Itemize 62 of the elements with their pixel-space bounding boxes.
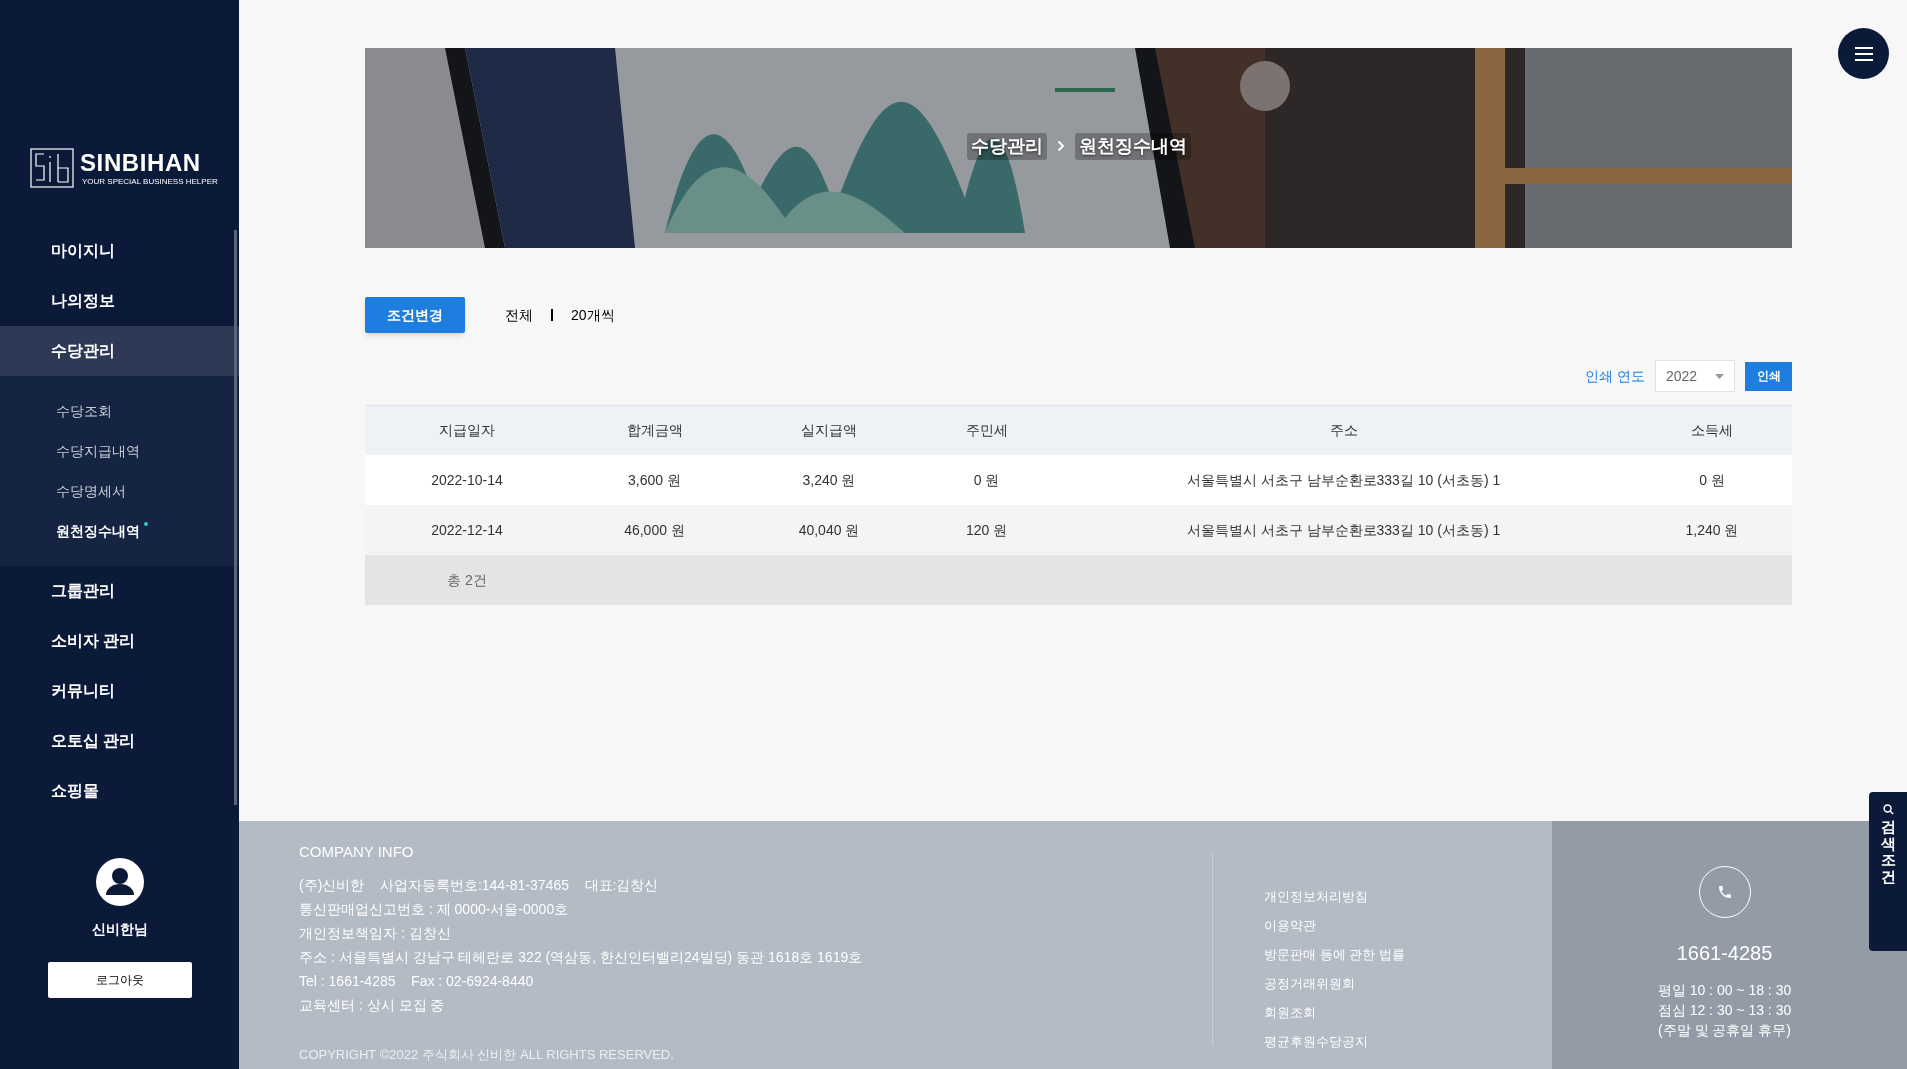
company-info-line: Tel : 1661-4285 Fax : 02-6924-8440 — [299, 971, 535, 990]
submenu-item[interactable]: 원천징수내역 — [0, 511, 239, 551]
caret-icon — [1715, 373, 1724, 379]
copyright-text: COPYRIGHT ©2022 주식회사 신비한 ALL RIGHTS RESERVED. — [299, 1045, 675, 1064]
print-year-label: 인쇄 연도 — [1585, 366, 1645, 386]
column-header: 주소 — [1328, 421, 1359, 440]
company-info-line: 주소 : 서울특별시 강남구 테헤란로 322 (역삼동, 한신인터밸리24빌딩) 동관 1618호 1619호 — [299, 947, 864, 966]
table-cell-text: 3,240 원 — [801, 470, 857, 490]
submenu-item[interactable]: 수당명세서 — [0, 471, 239, 511]
filter-label: 20개씩 — [571, 305, 615, 325]
company-info-line: 교육센터 : 상시 모집 중 — [299, 995, 446, 1014]
avatar-icon — [95, 858, 144, 906]
column-header: 소득세 — [1690, 421, 1734, 440]
condition-button[interactable]: 조건변경 — [365, 297, 465, 333]
table-cell-text: 1,240 원 — [1684, 520, 1740, 540]
search-icon — [1882, 804, 1894, 815]
menu-item[interactable]: 수당관리 — [0, 326, 239, 376]
menu-button[interactable] — [1838, 28, 1889, 79]
company-info-line: 개인정보책임자 : 김창신 — [299, 923, 452, 942]
business-hours: (주말 및 공휴일 휴무) — [1658, 1021, 1791, 1040]
column-header: 실지급액 — [800, 421, 858, 440]
submenu-item[interactable]: 수당지급내역 — [0, 431, 239, 471]
column-header: 합계금액 — [625, 421, 684, 440]
menu-item[interactable]: 소비자 관리 — [0, 616, 239, 666]
table-cell-text: 0 원 — [1698, 470, 1726, 490]
table-cell-text: 서울특별시 서초구 남부순환로333길 10 (서초동) 1 — [1185, 470, 1502, 490]
logo-name: SINBIHAN — [80, 150, 202, 175]
table-cell-text: 3,600 원 — [627, 470, 682, 490]
search-condition-tab[interactable]: 검색조건 — [1869, 792, 1907, 951]
chevron-icon — [1056, 140, 1065, 152]
table-cell-text: 120 원 — [964, 520, 1009, 540]
footer-title: COMPANY INFO — [299, 842, 415, 862]
menu-item[interactable]: 커뮤니티 — [0, 666, 239, 716]
table-cell-text: 2022-12-14 — [430, 520, 504, 540]
breadcrumb-item[interactable]: 수당관리 — [966, 132, 1047, 160]
column-header: 주민세 — [964, 421, 1009, 440]
company-info-line: (주)신비한 사업자등록번호:144-81-37465 대표:김창신 — [299, 875, 660, 894]
menu-item[interactable]: 그룹관리 — [0, 566, 239, 616]
menu-item[interactable]: 나의정보 — [0, 276, 239, 326]
menu-item[interactable]: 오토십 관리 — [0, 716, 239, 766]
menu-icon — [1854, 46, 1873, 61]
table-cell-text: 46,000 원 — [623, 520, 686, 540]
table-cell-text: 서울특별시 서초구 남부순환로333길 10 (서초동) 1 — [1185, 520, 1502, 540]
menu-item[interactable]: 마이지니 — [0, 226, 239, 276]
logo-icon — [30, 148, 74, 188]
menu-item[interactable]: 쇼핑몰 — [0, 766, 239, 816]
year-select[interactable]: 2022 — [1655, 360, 1735, 392]
business-hours: 평일 10 : 00 ~ 18 : 30 — [1657, 981, 1792, 1000]
phone-number: 1661-4285 — [1676, 941, 1773, 966]
user-name: 신비한님 — [91, 920, 148, 939]
business-hours: 점심 12 : 30 ~ 13 : 30 — [1657, 1001, 1792, 1020]
table-cell-text: 0 원 — [972, 470, 1001, 490]
table-cell-text: 40,040 원 — [797, 520, 861, 540]
logout-button[interactable]: 로그아웃 — [47, 962, 192, 998]
company-info-line: 통신판매업신고번호 : 제 0000-서울-0000호 — [299, 899, 570, 918]
submenu-item[interactable]: 수당조회 — [0, 391, 239, 431]
print-button[interactable]: 인쇄 — [1745, 361, 1792, 391]
column-header: 지급일자 — [438, 421, 496, 440]
table-cell-text: 2022-10-14 — [430, 470, 504, 490]
logo-tagline: YOUR SPECIAL BUSINESS HELPER — [82, 177, 218, 186]
total-count: 총 2건 — [446, 570, 488, 590]
filter-label: 전체 — [505, 305, 533, 325]
